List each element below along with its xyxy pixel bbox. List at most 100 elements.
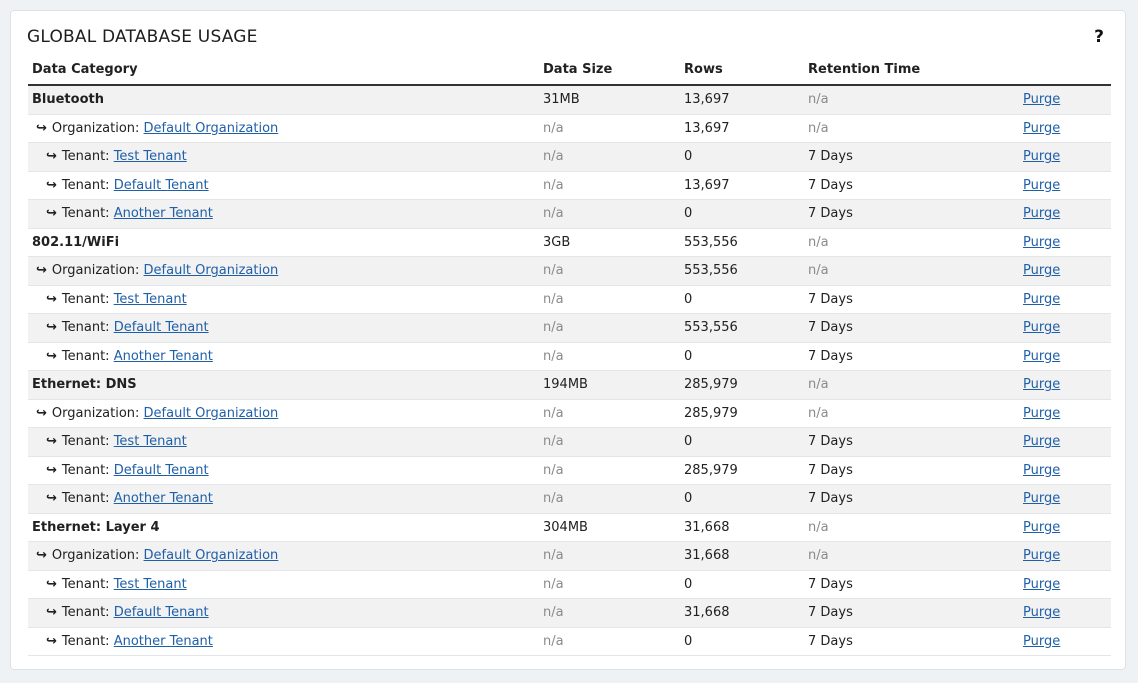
row-type-label: Tenant: [61, 206, 114, 222]
return-arrow-icon: ↪ [46, 320, 57, 336]
tenant-link[interactable]: Another Tenant [114, 634, 213, 649]
action-cell: Purge [1019, 142, 1111, 172]
row-type-label: Tenant: [61, 291, 114, 307]
column-header-data-size: Data Size [539, 54, 680, 86]
purge-link[interactable]: Purge [1023, 320, 1060, 335]
data-category-cell: Bluetooth [28, 85, 539, 115]
purge-link[interactable]: Purge [1023, 149, 1060, 164]
page-title: GLOBAL DATABASE USAGE [27, 27, 258, 47]
rows-cell: 0 [680, 427, 804, 457]
data-category-cell: ↪ Tenant: Another Tenant [28, 484, 539, 514]
retention-time-cell: 7 Days [804, 199, 1019, 229]
retention-time-cell: 7 Days [804, 313, 1019, 343]
table-row: ↪ Tenant: Test Tenant n/a 0 7 Days Purge [28, 285, 1111, 314]
purge-link[interactable]: Purge [1023, 434, 1060, 449]
purge-link[interactable]: Purge [1023, 121, 1060, 136]
organization-link[interactable]: Default Organization [144, 406, 279, 421]
data-size-cell: n/a [539, 171, 680, 200]
help-icon[interactable]: ? [1094, 27, 1104, 47]
purge-link[interactable]: Purge [1023, 605, 1060, 620]
return-arrow-icon: ↪ [46, 177, 57, 193]
rows-cell: 31,668 [680, 513, 804, 542]
table-row: ↪ Tenant: Test Tenant n/a 0 7 Days Purge [28, 142, 1111, 172]
table-row: ↪ Tenant: Default Tenant n/a 553,556 7 Days… [28, 313, 1111, 343]
rows-cell: 0 [680, 199, 804, 229]
tenant-link[interactable]: Another Tenant [114, 349, 213, 364]
purge-link[interactable]: Purge [1023, 235, 1060, 250]
row-type-label: Tenant: [61, 462, 114, 478]
retention-time-cell: n/a [804, 399, 1019, 428]
tenant-link[interactable]: Test Tenant [114, 149, 187, 164]
return-arrow-icon: ↪ [36, 405, 47, 421]
data-category-cell: ↪ Tenant: Default Tenant [28, 171, 539, 200]
action-cell: Purge [1019, 370, 1111, 400]
organization-link[interactable]: Default Organization [144, 121, 279, 136]
column-header-rows: Rows [680, 54, 804, 86]
tenant-link[interactable]: Default Tenant [114, 605, 209, 620]
purge-link[interactable]: Purge [1023, 178, 1060, 193]
purge-link[interactable]: Purge [1023, 377, 1060, 392]
purge-link[interactable]: Purge [1023, 92, 1060, 107]
tenant-link[interactable]: Test Tenant [114, 434, 187, 449]
rows-cell: 31,668 [680, 541, 804, 571]
row-type-label: Organization: [51, 120, 144, 136]
data-category-cell: Ethernet: Layer 4 [28, 513, 539, 542]
row-type-label: Tenant: [61, 576, 114, 592]
table-row: ↪ Tenant: Another Tenant n/a 0 7 Days Purge [28, 342, 1111, 371]
action-cell: Purge [1019, 199, 1111, 229]
retention-time-cell: 7 Days [804, 598, 1019, 628]
retention-time-cell: 7 Days [804, 142, 1019, 172]
row-type-label: Tenant: [61, 491, 114, 507]
data-size-cell: 194MB [539, 370, 680, 400]
purge-link[interactable]: Purge [1023, 263, 1060, 278]
tenant-link[interactable]: Default Tenant [114, 320, 209, 335]
purge-link[interactable]: Purge [1023, 520, 1060, 535]
tenant-link[interactable]: Test Tenant [114, 577, 187, 592]
row-type-label: Tenant: [61, 177, 114, 193]
column-header-data-category: Data Category [28, 54, 539, 86]
purge-link[interactable]: Purge [1023, 548, 1060, 563]
retention-time-cell: n/a [804, 85, 1019, 115]
retention-time-cell: n/a [804, 256, 1019, 286]
purge-link[interactable]: Purge [1023, 349, 1060, 364]
tenant-link[interactable]: Test Tenant [114, 292, 187, 307]
return-arrow-icon: ↪ [36, 263, 47, 279]
data-size-cell: n/a [539, 484, 680, 514]
table-row: ↪ Tenant: Another Tenant n/a 0 7 Days Purge [28, 199, 1111, 229]
data-size-cell: n/a [539, 114, 680, 143]
rows-cell: 285,979 [680, 399, 804, 428]
tenant-link[interactable]: Another Tenant [114, 206, 213, 221]
row-type-label: Tenant: [61, 434, 114, 450]
purge-link[interactable]: Purge [1023, 491, 1060, 506]
purge-link[interactable]: Purge [1023, 292, 1060, 307]
tenant-link[interactable]: Default Tenant [114, 463, 209, 478]
retention-time-cell: n/a [804, 114, 1019, 143]
data-size-cell: n/a [539, 627, 680, 656]
category-name: Bluetooth [32, 92, 104, 108]
purge-link[interactable]: Purge [1023, 463, 1060, 478]
action-cell: Purge [1019, 541, 1111, 571]
table-row: Ethernet: DNS 194MB 285,979 n/a Purge [28, 370, 1111, 400]
action-cell: Purge [1019, 313, 1111, 343]
data-category-cell: ↪ Tenant: Test Tenant [28, 427, 539, 457]
data-size-cell: 31MB [539, 85, 680, 115]
rows-cell: 553,556 [680, 313, 804, 343]
action-cell: Purge [1019, 598, 1111, 628]
tenant-link[interactable]: Another Tenant [114, 491, 213, 506]
data-category-cell: ↪ Organization: Default Organization [28, 541, 539, 571]
return-arrow-icon: ↪ [46, 576, 57, 592]
data-size-cell: n/a [539, 256, 680, 286]
organization-link[interactable]: Default Organization [144, 263, 279, 278]
retention-time-cell: 7 Days [804, 484, 1019, 514]
purge-link[interactable]: Purge [1023, 577, 1060, 592]
table-row: ↪ Tenant: Default Tenant n/a 31,668 7 Days P… [28, 598, 1111, 628]
row-type-label: Organization: [51, 405, 144, 421]
organization-link[interactable]: Default Organization [144, 548, 279, 563]
table-row: Ethernet: Layer 4 304MB 31,668 n/a Purge [28, 513, 1111, 542]
purge-link[interactable]: Purge [1023, 206, 1060, 221]
data-size-cell: 304MB [539, 513, 680, 542]
tenant-link[interactable]: Default Tenant [114, 178, 209, 193]
data-category-cell: ↪ Tenant: Test Tenant [28, 285, 539, 314]
purge-link[interactable]: Purge [1023, 406, 1060, 421]
purge-link[interactable]: Purge [1023, 634, 1060, 649]
